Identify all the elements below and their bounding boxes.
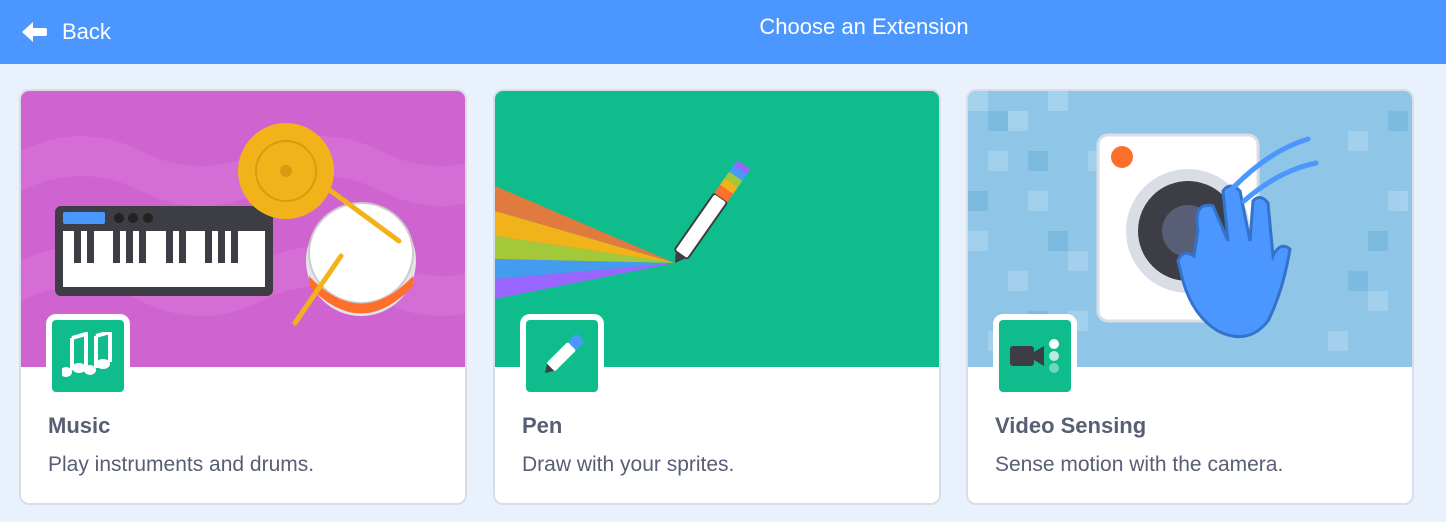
extension-card-pen[interactable]: Pen Draw with your sprites. [493,89,941,505]
modal-header: Back Choose an Extension [0,0,1446,64]
music-notes-icon [62,332,112,377]
pen-icon [545,334,584,373]
extension-name: Music [48,413,111,438]
page-title: Choose an Extension [759,14,969,39]
video-sensing-icon-tile [993,314,1077,398]
video-camera-icon [1010,339,1059,373]
extension-description: Draw with your sprites. [522,453,735,476]
extension-card-music[interactable]: Music Play instruments and drums. [19,89,467,505]
extension-description: Play instruments and drums. [48,453,315,476]
pen-icon-tile [520,314,604,398]
music-icon-tile [46,314,130,398]
extension-name: Video Sensing [995,413,1147,438]
extension-card-video-sensing[interactable]: Video Sensing Sense motion with the came… [966,89,1414,505]
extension-description: Sense motion with the camera. [995,453,1284,476]
extension-name: Pen [522,413,563,438]
